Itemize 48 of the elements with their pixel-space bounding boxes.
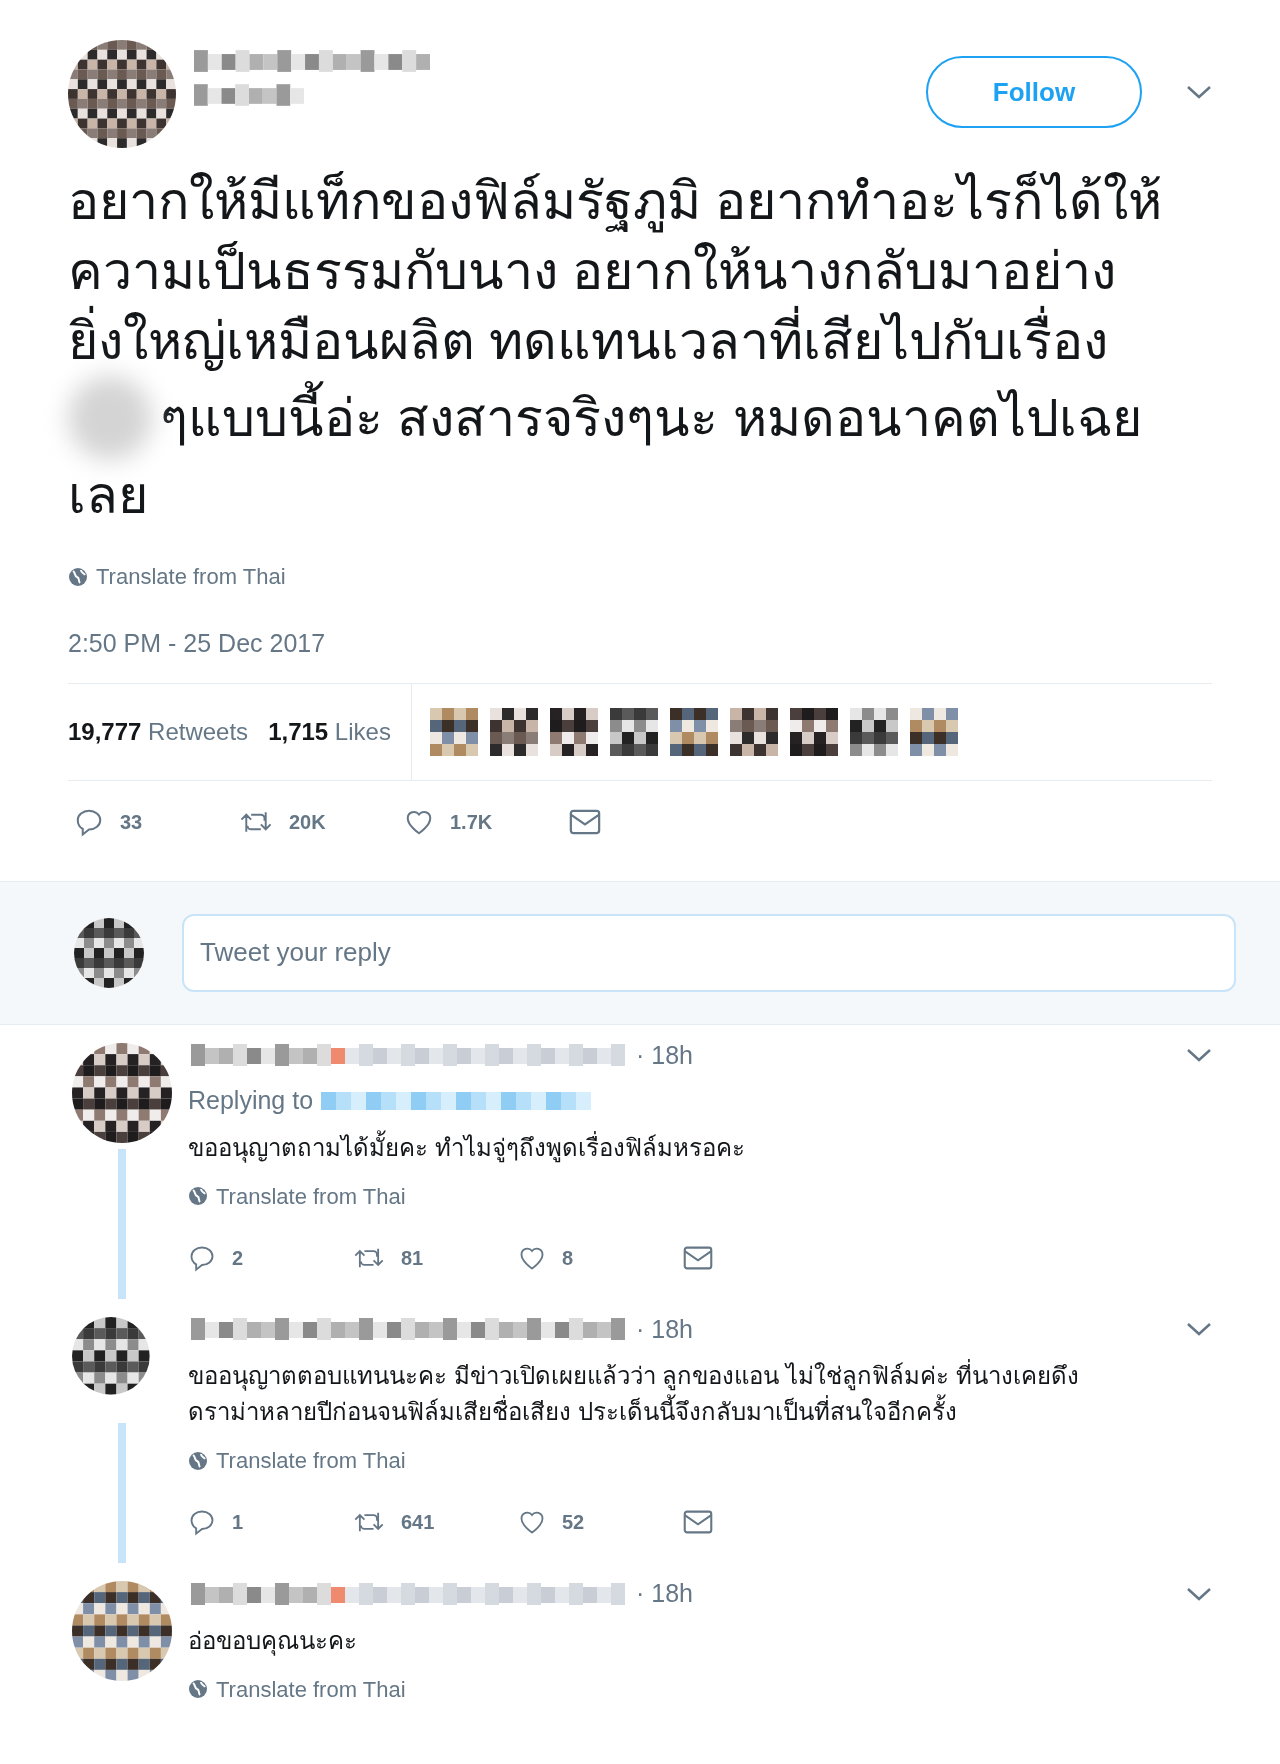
tweet-text: ๆแบบนี้อ่ะ สงสารจริงๆนะ หมดอนาคตไปเฉย — [160, 383, 1142, 453]
reply-count: 33 — [120, 809, 143, 835]
avatar — [489, 707, 538, 756]
reply-count: 1 — [232, 1510, 244, 1535]
avatar — [669, 707, 718, 756]
avatar — [849, 707, 898, 756]
follow-button[interactable]: Follow — [926, 56, 1142, 128]
like-count: 8 — [562, 1245, 574, 1271]
likes-stat[interactable]: 1,715 Likes — [268, 713, 391, 750]
avatar — [609, 707, 658, 756]
reply-time: · 18h — [636, 1578, 693, 1609]
reply-count: 2 — [232, 1245, 244, 1271]
reply-text: อ่อขอบคุณนะคะ — [188, 1625, 358, 1658]
retweet-count: 81 — [401, 1245, 424, 1271]
reply-time: · 18h — [636, 1039, 693, 1071]
reply-text: ขออนุญาตถามได้มั้ยคะ ทำไมจู่ๆถึงพูดเรื่องฟิล์มหรอคะ — [188, 1129, 1212, 1166]
translate-link[interactable]: Translate from Thai — [216, 1179, 406, 1213]
globe-icon — [188, 1186, 208, 1206]
tweet-text: เลย — [68, 465, 149, 526]
avatar — [729, 707, 778, 756]
retweet-count: 641 — [401, 1510, 435, 1535]
like-count: 1.7K — [450, 809, 493, 835]
timestamp: 2:50 PM - 25 Dec 2017 — [68, 628, 327, 659]
translate-link[interactable]: Translate from Thai — [216, 1672, 406, 1706]
tweet-text: อยากให้มีแท็กของฟิล์มรัฐภูมิ อยากทำอะไรก็ได้ให้ ความเป็นธรรมกับนาง อยากให้นางกลับมาอย่าง ยิ่งใหญ่เหมือนผลิต ทดแทนเวลาที่เสียไปกับเรื่อง — [68, 170, 1164, 373]
chevron-down-icon[interactable] — [1186, 84, 1212, 100]
retweet-count: 20K — [289, 809, 326, 835]
chevron-down-icon[interactable] — [1186, 1047, 1212, 1064]
reply-field[interactable]: Tweet your reply — [182, 913, 1236, 992]
translate-link[interactable]: Translate from Thai — [96, 560, 286, 593]
globe-icon — [188, 1679, 208, 1699]
avatar — [909, 707, 958, 756]
translate-link[interactable]: Translate from Thai — [216, 1444, 406, 1477]
like-count: 52 — [562, 1510, 585, 1535]
reply-text: ขออนุญาตตอบแทนนะคะ มีข่าวเปิดเผยแล้วว่า ลูกของแอน ไม่ใช่ลูกฟิล์มค่ะ ที่นางเคยดึง ดราม่าหลายปีก่อนจนฟิล์มเสียชื่อเสียง ประเด็นนี้จึงกลับมาเป็นที่สนใจอีกครั้ง — [188, 1358, 1212, 1430]
retweets-stat[interactable]: 19,777 Retweets — [68, 713, 249, 750]
replying-to-label: Replying to — [188, 1085, 314, 1116]
reply-icon[interactable] — [188, 1508, 216, 1536]
globe-icon — [68, 566, 88, 587]
avatar — [549, 707, 598, 756]
chevron-down-icon[interactable] — [1186, 1321, 1212, 1338]
avatar — [429, 707, 478, 756]
globe-icon — [188, 1450, 208, 1471]
chevron-down-icon[interactable] — [1186, 1585, 1212, 1602]
avatar — [74, 917, 144, 988]
reply-time: · 18h — [636, 1313, 693, 1345]
envelope-icon[interactable] — [683, 1508, 713, 1536]
avatar — [789, 707, 838, 756]
